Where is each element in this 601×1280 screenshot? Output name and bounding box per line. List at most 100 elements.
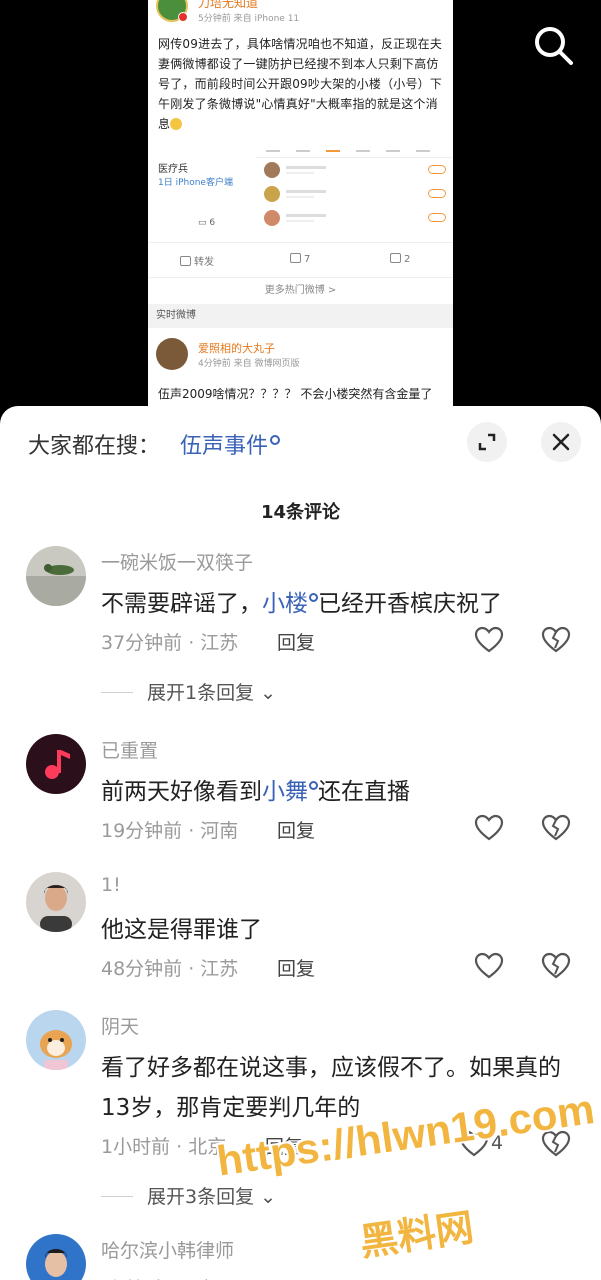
comment-text: 他这是得罪谁了 (101, 917, 262, 943)
thumb-up-icon (390, 253, 401, 263)
expand-button[interactable] (467, 422, 507, 462)
hot-search-term[interactable]: 伍声事件 (180, 428, 281, 460)
comment-text-part: 还在直播 (318, 779, 410, 805)
comment-text: 我的事人这么 (101, 1272, 571, 1280)
heart-icon (474, 952, 504, 979)
like-count: 2 (404, 254, 411, 265)
avatar-image (26, 872, 86, 932)
more-hot-link[interactable]: 更多热门微博 > (148, 278, 453, 304)
comment-time-location: 1小时前 · 北京 (101, 1136, 227, 1158)
avatar-image (26, 546, 86, 606)
comment-item: 已重置 前两天好像看到小舞 还在直播 19分钟前 · 河南 回复 (0, 734, 601, 844)
search-icon (535, 27, 573, 65)
comment-text-part: 前两天好像看到 (101, 779, 262, 805)
verified-badge-icon (178, 12, 188, 22)
comment-item: 1! 他这是得罪谁了 48分钟前 · 江苏 回复 (0, 872, 601, 982)
list-item (256, 158, 452, 182)
video-area: 刀培无知道 5分钟前 来自 iPhone 11 网传09进去了，具体啥情况咱也不… (0, 0, 601, 420)
comment-username[interactable]: 阴天 (101, 1012, 139, 1039)
reply-button[interactable]: 回复 (277, 628, 315, 655)
comment-time-location: 19分钟前 · 河南 (101, 820, 239, 842)
avatar[interactable] (26, 734, 86, 794)
expand-replies-button[interactable]: 展开1条回复 ⌄ (101, 678, 276, 705)
repost-label: 转发 (194, 257, 214, 268)
close-icon (552, 433, 570, 451)
expand-replies-label: 展开3条回复 (147, 1186, 255, 1208)
quoted-title: 医疗兵 (158, 164, 188, 175)
like-button[interactable]: 2 (390, 253, 410, 265)
comment-text: 前两天好像看到小舞 还在直播 (101, 772, 571, 812)
like-button[interactable] (474, 952, 504, 980)
search-icon (270, 435, 281, 445)
comment-text-part: 已经开香槟庆祝了 (318, 591, 502, 617)
like-button[interactable] (474, 814, 504, 842)
dislike-button[interactable] (541, 626, 571, 654)
post-username: 刀培无知道 (198, 0, 259, 10)
avatar[interactable] (26, 872, 86, 932)
avatar[interactable] (26, 1010, 86, 1070)
chevron-down-icon: ⌄ (254, 1186, 277, 1208)
dislike-button[interactable] (541, 814, 571, 842)
keyword-link[interactable]: 小楼 (262, 591, 318, 617)
expand-replies-label: 展开1条回复 (147, 682, 255, 704)
like-button[interactable] (474, 626, 504, 654)
dislike-button[interactable] (541, 952, 571, 980)
close-button[interactable] (541, 422, 581, 462)
list-item (256, 182, 452, 206)
comment-item: 哈尔滨小韩律师 我的事人这么 (0, 1234, 601, 1280)
search-icon (309, 593, 318, 602)
post-text-content: 网传09进去了，具体啥情况咱也不知道，反正现在夫妻俩微博都设了一键防护已经搜不到… (158, 37, 443, 131)
expand-icon (478, 433, 496, 451)
quoted-count-value: 6 (209, 218, 216, 228)
repost-button[interactable]: 转发 (180, 253, 214, 268)
search-icon (309, 781, 318, 790)
comment-count: 7 (304, 254, 311, 265)
comment-text-part: 不需要辟谣了， (101, 591, 262, 617)
comment-username[interactable]: 一碗米饭一双筷子 (101, 548, 253, 575)
comment-username[interactable]: 哈尔滨小韩律师 (101, 1236, 234, 1263)
divider (101, 1196, 133, 1197)
reply-button[interactable]: 回复 (277, 954, 315, 981)
heart-icon (474, 814, 504, 841)
keyword-text: 小舞 (262, 779, 308, 805)
quoted-tabs (256, 146, 452, 158)
reply-button[interactable]: 回复 (277, 816, 315, 843)
emoji-icon (170, 118, 183, 130)
comment-button[interactable]: 7 (290, 253, 310, 265)
avatar[interactable] (26, 546, 86, 606)
comment-username[interactable]: 已重置 (101, 736, 158, 763)
comment-time-location: 37分钟前 · 江苏 (101, 632, 239, 654)
comment-time-location: 48分钟前 · 江苏 (101, 958, 239, 980)
post2-header: 爱照相的大丸子 4分钟前 来自 微博网页版 (148, 328, 453, 370)
comment-item: 一碗米饭一双筷子 不需要辟谣了，小楼 已经开香槟庆祝了 37分钟前 · 江苏 回复… (0, 546, 601, 716)
hot-search-term-text: 伍声事件 (180, 434, 269, 459)
divider (101, 692, 133, 693)
search-button[interactable] (530, 22, 576, 68)
post-meta: 5分钟前 来自 iPhone 11 (198, 14, 300, 24)
comment-icon (290, 253, 301, 263)
broken-heart-icon (541, 814, 571, 841)
quoted-image: 医疗兵 1日 iPhone客户端 ▭ 6 (158, 146, 452, 238)
post-header: 刀培无知道 5分钟前 来自 iPhone 11 (148, 0, 453, 30)
avatar[interactable] (26, 1234, 86, 1280)
post-text: 网传09进去了，具体啥情况咱也不知道，反正现在夫妻俩微博都设了一键防护已经搜不到… (158, 34, 443, 134)
keyword-text: 小楼 (262, 591, 308, 617)
list-item (256, 206, 452, 230)
weibo-screenshot: 刀培无知道 5分钟前 来自 iPhone 11 网传09进去了，具体啥情况咱也不… (148, 0, 453, 420)
quoted-list (256, 146, 452, 238)
broken-heart-icon (541, 952, 571, 979)
chevron-down-icon: ⌄ (254, 682, 277, 704)
post-actions: 转发 7 2 (148, 242, 453, 278)
comment-username[interactable]: 1! (101, 874, 121, 896)
expand-replies-button[interactable]: 展开3条回复 ⌄ (101, 1182, 276, 1209)
avatar-image (26, 734, 86, 794)
quoted-count: ▭ 6 (198, 218, 216, 228)
post2-meta: 4分钟前 来自 微博网页版 (198, 359, 300, 369)
post2-username: 爱照相的大丸子 (198, 342, 275, 355)
avatar (156, 338, 188, 370)
quoted-left: 医疗兵 1日 iPhone客户端 ▭ 6 (158, 146, 254, 238)
broken-heart-icon (541, 626, 571, 653)
quoted-source: 1日 iPhone客户端 (158, 178, 233, 188)
keyword-link[interactable]: 小舞 (262, 779, 318, 805)
comment-count-title: 14条评论 (260, 502, 341, 523)
